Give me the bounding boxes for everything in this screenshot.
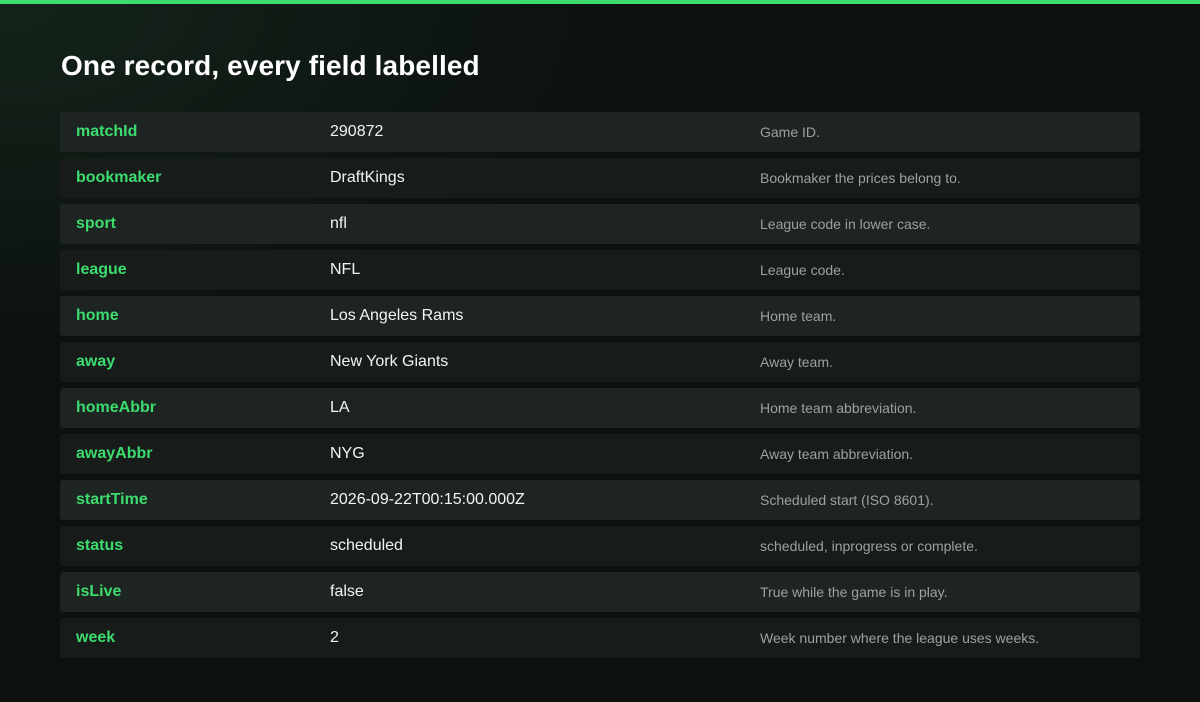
table-row-homeabbr: homeAbbr LA Home team abbreviation. (60, 388, 1140, 428)
record-table: matchId 290872 Game ID. bookmaker DraftK… (60, 112, 1140, 664)
table-row-islive: isLive false True while the game is in p… (60, 572, 1140, 612)
field-description: Week number where the league uses weeks. (760, 630, 1040, 646)
page-title: One record, every field labelled (61, 50, 480, 81)
field-name: bookmaker (76, 169, 162, 186)
field-name: status (76, 537, 124, 554)
field-description: Home team abbreviation. (760, 400, 917, 416)
field-name: league (76, 261, 127, 278)
field-name: matchId (76, 123, 138, 140)
field-value: LA (330, 399, 350, 416)
field-value: false (330, 583, 364, 600)
field-description: League code in lower case. (760, 216, 931, 232)
field-value: 2026-09-22T00:15:00.000Z (330, 491, 525, 508)
field-value: 2 (330, 629, 339, 646)
table-row-matchid: matchId 290872 Game ID. (60, 112, 1140, 152)
field-name: home (76, 307, 119, 324)
field-value: NFL (330, 261, 361, 278)
field-value: Los Angeles Rams (330, 307, 464, 324)
field-name: startTime (76, 491, 148, 508)
field-description: Away team abbreviation. (760, 446, 914, 462)
field-description: Away team. (760, 354, 833, 370)
table-row-week: week 2 Week number where the league uses… (60, 618, 1140, 658)
top-accent-bar (0, 0, 1200, 4)
table-row-away: away New York Giants Away team. (60, 342, 1140, 382)
table-row-status: status scheduled scheduled, inprogress o… (60, 526, 1140, 566)
field-description: Home team. (760, 308, 837, 324)
field-description: True while the game is in play. (760, 584, 948, 600)
table-row-awayabbr: awayAbbr NYG Away team abbreviation. (60, 434, 1140, 474)
field-name: sport (76, 215, 116, 232)
field-description: League code. (760, 262, 845, 278)
field-description: Scheduled start (ISO 8601). (760, 492, 934, 508)
field-value: NYG (330, 445, 365, 462)
field-description: Game ID. (760, 124, 820, 140)
field-description: Bookmaker the prices belong to. (760, 170, 961, 186)
table-row-starttime: startTime 2026-09-22T00:15:00.000Z Sched… (60, 480, 1140, 520)
table-row-league: league NFL League code. (60, 250, 1140, 290)
field-name: homeAbbr (76, 399, 156, 416)
field-value: New York Giants (330, 353, 449, 370)
field-value: nfl (330, 215, 347, 232)
field-value: 290872 (330, 123, 384, 140)
page: One record, every field labelled matchId… (0, 0, 1200, 702)
field-name: awayAbbr (76, 445, 153, 462)
table-row-bookmaker: bookmaker DraftKings Bookmaker the price… (60, 158, 1140, 198)
field-value: DraftKings (330, 169, 405, 186)
field-description: scheduled, inprogress or complete. (760, 538, 978, 554)
field-name: week (76, 629, 116, 646)
field-value: scheduled (330, 537, 403, 554)
field-name: isLive (76, 583, 122, 600)
field-name: away (76, 353, 116, 370)
table-row-home: home Los Angeles Rams Home team. (60, 296, 1140, 336)
table-row-sport: sport nfl League code in lower case. (60, 204, 1140, 244)
